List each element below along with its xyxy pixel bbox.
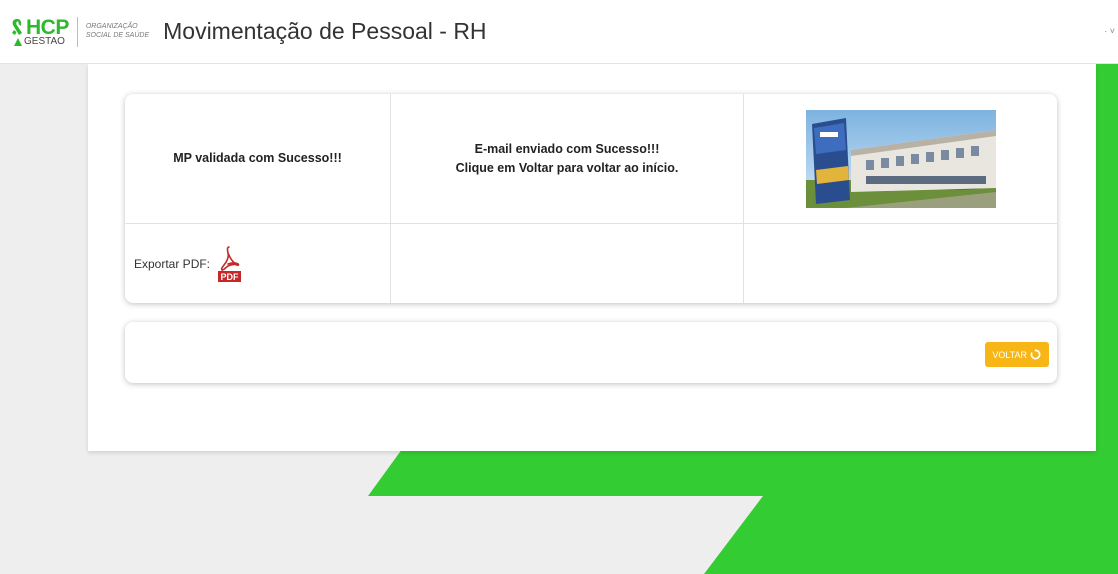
logo-text: HCP (26, 15, 69, 39)
image-cell (744, 94, 1057, 224)
org-label: ORGANIZAÇÃO SOCIAL DE SAÚDE (76, 16, 150, 47)
ribbon-tail-icon (14, 37, 22, 46)
validation-cell: MP validada com Sucesso!!! (125, 94, 391, 224)
validation-message: MP validada com Sucesso!!! (173, 151, 342, 165)
app-header: HCP GESTAO ORGANIZAÇÃO SOCIAL DE SAÚDE M… (0, 0, 1118, 64)
result-card: MP validada com Sucesso!!! E-mail enviad… (125, 94, 1057, 303)
export-cell: Exportar PDF: PDF (125, 224, 391, 303)
hcp-ribbon-icon (12, 19, 22, 35)
user-menu-toggle[interactable]: · ˅ (1104, 26, 1115, 36)
page-title: Movimentação de Pessoal - RH (163, 18, 487, 44)
email-message-line-1: E-mail enviado com Sucesso!!! (474, 141, 660, 156)
email-cell: E-mail enviado com Sucesso!!! Clique em … (391, 94, 744, 224)
pdf-icon-text: PDF (221, 272, 240, 282)
pdf-file-icon[interactable]: PDF (216, 245, 243, 283)
org-line-1: ORGANIZAÇÃO (85, 22, 138, 30)
actions-card: VOLTAR (125, 322, 1057, 383)
empty-cell-2 (391, 224, 744, 303)
export-pdf-label: Exportar PDF: (134, 256, 211, 271)
email-message-line-2: Clique em Voltar para voltar ao início. (455, 160, 679, 175)
building-photo (805, 109, 996, 208)
org-line-2: SOCIAL DE SAÚDE (85, 31, 150, 39)
content-panel: MP validada com Sucesso!!! E-mail enviad… (88, 64, 1096, 451)
empty-cell-3 (744, 224, 1057, 303)
logo-subtext: GESTAO (24, 35, 65, 47)
refresh-icon (1030, 349, 1041, 360)
back-button[interactable]: VOLTAR (985, 342, 1049, 367)
brand-logo[interactable]: HCP GESTAO (10, 17, 69, 47)
back-button-label: VOLTAR (992, 349, 1027, 360)
